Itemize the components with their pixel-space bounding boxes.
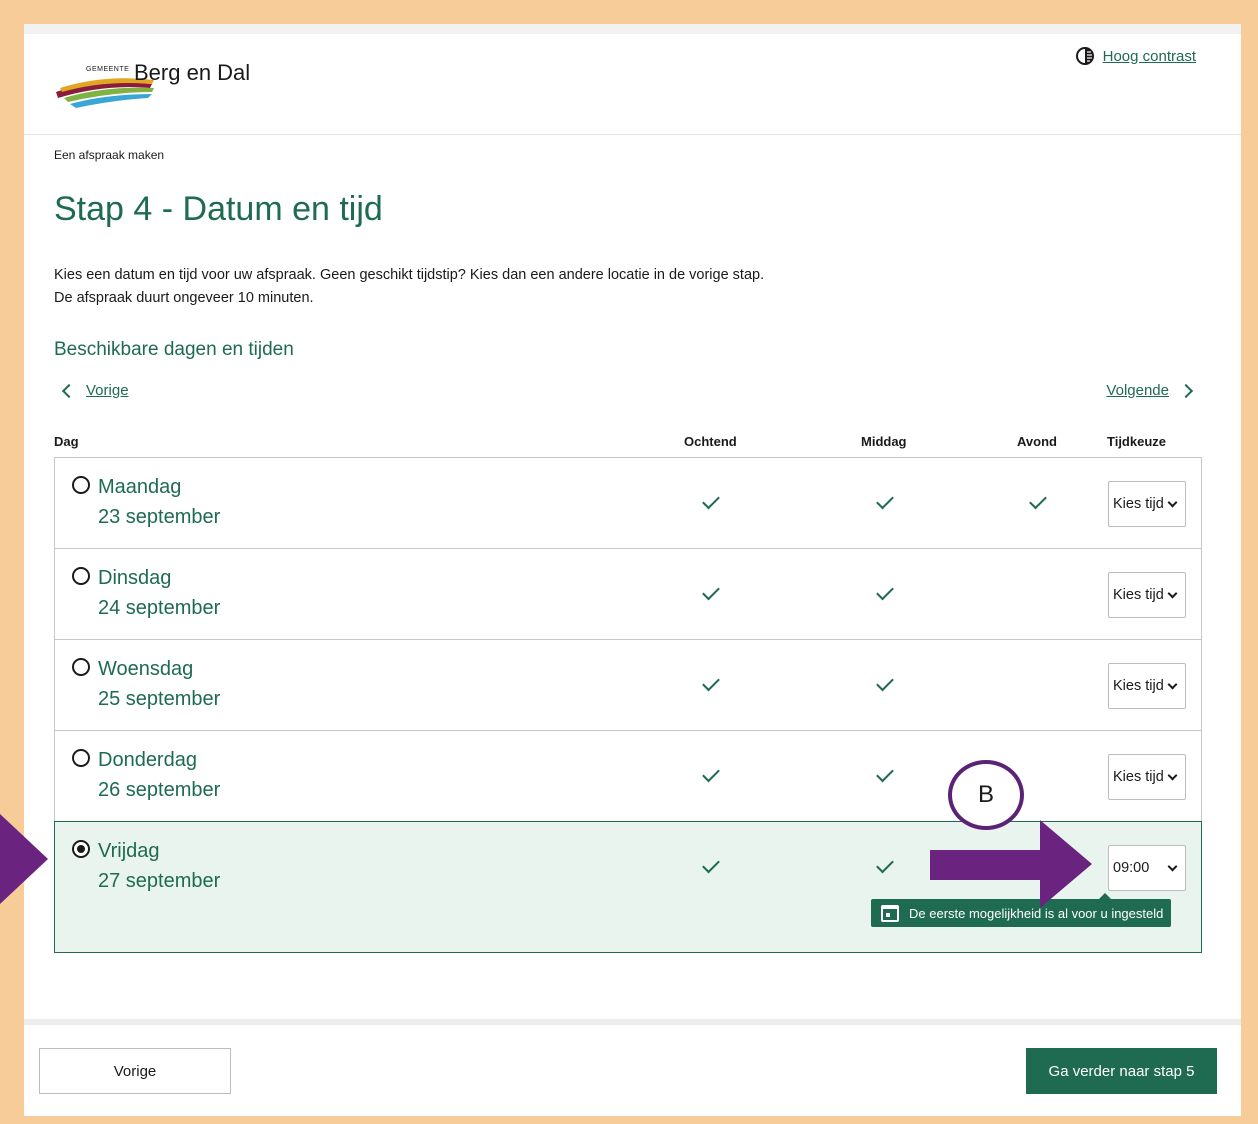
column-header-evening: Avond	[1017, 434, 1057, 449]
day-radio[interactable]	[72, 658, 90, 676]
chevron-left-icon	[61, 383, 77, 398]
footer-separator	[24, 1019, 1241, 1025]
column-header-day: Dag	[54, 434, 79, 449]
time-select[interactable]: 09:00	[1108, 845, 1186, 891]
logo-text: Berg en Dal	[134, 60, 251, 85]
morning-check-icon	[702, 764, 720, 783]
next-week-link[interactable]: Volgende	[1106, 382, 1194, 399]
time-select-value: Kies tijd	[1113, 587, 1164, 603]
afternoon-check-icon	[876, 582, 894, 601]
chevron-down-icon	[1167, 679, 1178, 689]
high-contrast-link[interactable]: Hoog contrast	[1103, 48, 1196, 65]
time-select[interactable]: Kies tijd	[1108, 572, 1186, 618]
time-select[interactable]: Kies tijd	[1108, 663, 1186, 709]
chevron-down-icon	[1167, 861, 1178, 871]
top-strip	[24, 24, 1241, 34]
time-select-value: Kies tijd	[1113, 496, 1164, 512]
intro-line-1: Kies een datum en tijd voor uw afspraak.…	[54, 267, 765, 283]
morning-check-icon	[702, 673, 720, 692]
page-frame: GEMEENTE Berg en Dal Hoog contrast Een a…	[24, 24, 1241, 1116]
page-title: Stap 4 - Datum en tijd	[54, 190, 383, 228]
day-radio[interactable]	[72, 476, 90, 494]
day-date: 25 september	[98, 688, 221, 710]
previous-week-label[interactable]: Vorige	[86, 382, 129, 399]
time-select-value: 09:00	[1113, 860, 1150, 876]
municipality-logo[interactable]: GEMEENTE Berg en Dal	[54, 54, 284, 114]
chevron-down-icon	[1167, 497, 1178, 507]
intro-text: Kies een datum en tijd voor uw afspraak.…	[54, 264, 764, 310]
annotation-arrow-icon	[930, 820, 1092, 908]
day-row-dinsdag[interactable]: Dinsdag 24 september Kies tijd	[55, 549, 1201, 640]
afternoon-check-icon	[876, 673, 894, 692]
time-select-value: Kies tijd	[1113, 769, 1164, 785]
day-radio[interactable]	[72, 749, 90, 767]
day-name: Donderdag	[98, 749, 197, 771]
time-select[interactable]: Kies tijd	[1108, 754, 1186, 800]
chevron-down-icon	[1167, 770, 1178, 780]
chevron-down-icon	[1167, 588, 1178, 598]
day-date: 24 september	[98, 597, 221, 619]
column-header-afternoon: Middag	[861, 434, 907, 449]
time-select[interactable]: Kies tijd	[1108, 481, 1186, 527]
evening-check-icon	[1029, 491, 1047, 510]
site-header: GEMEENTE Berg en Dal Hoog contrast	[24, 34, 1241, 135]
afternoon-check-icon	[876, 855, 894, 874]
day-name: Vrijdag	[98, 840, 160, 862]
annotation-arrow-left-icon	[0, 814, 48, 904]
calendar-icon	[881, 904, 899, 922]
day-date: 26 september	[98, 779, 221, 801]
annotation-marker: B	[948, 760, 1024, 830]
morning-check-icon	[702, 855, 720, 874]
chevron-right-icon	[1178, 383, 1194, 398]
morning-check-icon	[702, 491, 720, 510]
day-radio[interactable]	[72, 567, 90, 585]
day-date: 27 september	[98, 870, 221, 892]
column-header-morning: Ochtend	[684, 434, 737, 449]
intro-line-2: De afspraak duurt ongeveer 10 minuten.	[54, 290, 314, 306]
afternoon-check-icon	[876, 764, 894, 783]
day-name: Maandag	[98, 476, 182, 498]
column-header-time-choice: Tijdkeuze	[1107, 434, 1167, 449]
next-step-button[interactable]: Ga verder naar stap 5	[1026, 1048, 1217, 1094]
day-row-woensdag[interactable]: Woensdag 25 september Kies tijd	[55, 640, 1201, 731]
time-select-value: Kies tijd	[1113, 678, 1164, 694]
day-row-donderdag[interactable]: Donderdag 26 september Kies tijd	[55, 731, 1201, 822]
previous-step-button[interactable]: Vorige	[39, 1048, 231, 1094]
section-title: Beschikbare dagen en tijden	[54, 339, 294, 360]
day-row-maandag[interactable]: Maandag 23 september Kies tijd	[55, 458, 1201, 549]
morning-check-icon	[702, 582, 720, 601]
logo-small-text: GEMEENTE	[86, 66, 130, 73]
contrast-icon	[1075, 47, 1094, 65]
day-name: Dinsdag	[98, 567, 172, 589]
breadcrumb: Een afspraak maken	[54, 148, 165, 162]
afternoon-check-icon	[876, 491, 894, 510]
day-name: Woensdag	[98, 658, 194, 680]
next-week-label[interactable]: Volgende	[1106, 382, 1169, 399]
day-date: 23 september	[98, 506, 221, 528]
previous-week-link[interactable]: Vorige	[61, 382, 129, 399]
day-radio-selected[interactable]	[72, 840, 90, 858]
high-contrast-toggle[interactable]: Hoog contrast	[1075, 46, 1196, 66]
